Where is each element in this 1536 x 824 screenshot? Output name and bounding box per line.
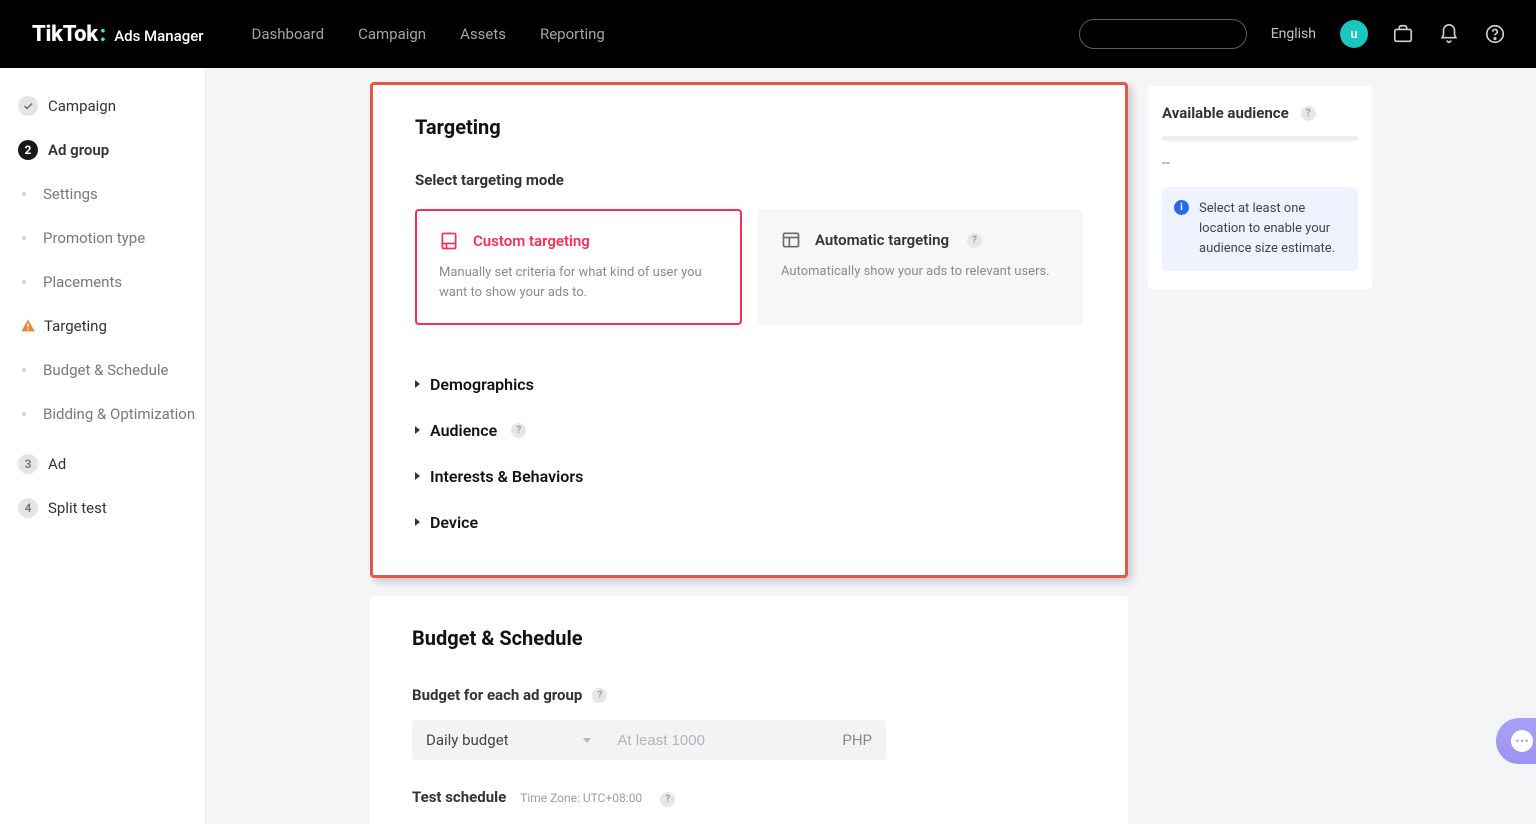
caret-right-icon <box>415 472 420 480</box>
sidebar-item-ad[interactable]: 3 Ad <box>0 442 205 486</box>
sidebar-item-campaign[interactable]: Campaign <box>0 84 205 128</box>
sidebar-label-campaign: Campaign <box>48 97 116 115</box>
custom-targeting-icon <box>439 231 459 251</box>
budget-input-row: Daily budget PHP <box>412 720 886 760</box>
audience-value: -- <box>1162 155 1358 171</box>
logo-main-text: TikTok <box>32 22 98 47</box>
help-icon[interactable] <box>1484 23 1506 45</box>
info-icon[interactable]: ? <box>1301 106 1316 121</box>
dot-icon <box>22 192 26 196</box>
budget-card: Budget & Schedule Budget for each ad gro… <box>370 596 1128 824</box>
mode-option-automatic[interactable]: Automatic targeting ? Automatically show… <box>758 209 1083 325</box>
sidebar-sub-placements[interactable]: Placements <box>0 260 205 304</box>
auto-desc: Automatically show your ads to relevant … <box>781 262 1060 282</box>
nav-reporting[interactable]: Reporting <box>540 25 605 43</box>
targeting-title: Targeting <box>415 115 1083 139</box>
budget-amount-input[interactable] <box>605 720 828 760</box>
targeting-card: Targeting Select targeting mode Custom t… <box>370 82 1128 578</box>
warning-icon <box>20 318 36 334</box>
main-content: Targeting Select targeting mode Custom t… <box>206 68 1536 824</box>
audience-info-message: i Select at least one location to enable… <box>1162 187 1358 271</box>
step-number-4: 4 <box>18 498 38 518</box>
accordion-device[interactable]: Device <box>415 499 1083 545</box>
check-icon <box>18 96 38 116</box>
briefcase-icon[interactable] <box>1392 23 1414 45</box>
budget-label: Budget for each ad group <box>412 686 582 704</box>
sidebar-sub-targeting[interactable]: Targeting <box>0 304 205 348</box>
automatic-targeting-icon <box>781 230 801 250</box>
caret-right-icon <box>415 380 420 388</box>
sidebar-sub-bidding[interactable]: Bidding & Optimization <box>0 392 205 436</box>
sidebar-item-split[interactable]: 4 Split test <box>0 486 205 530</box>
dot-icon <box>22 280 26 284</box>
dot-icon <box>22 236 26 240</box>
sidebar-sub-promotion[interactable]: Promotion type <box>0 216 205 260</box>
schedule-timezone: Time Zone: UTC+08:00 <box>520 791 642 805</box>
language-selector[interactable]: English <box>1271 26 1316 42</box>
nav-assets[interactable]: Assets <box>460 25 506 43</box>
targeting-mode-label: Select targeting mode <box>415 171 1083 189</box>
sidebar: Campaign 2 Ad group Settings Promotion t… <box>0 68 206 824</box>
logo[interactable]: TikTok: Ads Manager <box>32 22 204 47</box>
bell-icon[interactable] <box>1438 23 1460 45</box>
sidebar-label-adgroup: Ad group <box>48 141 109 159</box>
info-icon[interactable]: ? <box>511 423 526 438</box>
audience-msg-text: Select at least one location to enable y… <box>1199 199 1346 259</box>
schedule-label: Test schedule <box>412 788 506 806</box>
chat-icon: ⋯ <box>1511 730 1533 752</box>
account-selector[interactable] <box>1079 19 1247 49</box>
accordion-interests[interactable]: Interests & Behaviors <box>415 453 1083 499</box>
logo-colon-icon: : <box>100 22 106 47</box>
budget-currency: PHP <box>828 731 886 749</box>
caret-right-icon <box>415 426 420 434</box>
audience-bar <box>1162 136 1358 141</box>
caret-right-icon <box>415 518 420 526</box>
custom-desc: Manually set criteria for what kind of u… <box>439 263 718 303</box>
info-icon[interactable]: ? <box>967 233 982 248</box>
sidebar-item-adgroup[interactable]: 2 Ad group <box>0 128 205 172</box>
sidebar-sub-budget[interactable]: Budget & Schedule <box>0 348 205 392</box>
sidebar-label-ad: Ad <box>48 455 66 473</box>
sidebar-label-split: Split test <box>48 499 107 517</box>
auto-title: Automatic targeting <box>815 231 949 249</box>
top-header: TikTok: Ads Manager Dashboard Campaign A… <box>0 0 1536 68</box>
budget-title: Budget & Schedule <box>412 626 1086 650</box>
dot-icon <box>22 368 26 372</box>
step-number-2: 2 <box>18 140 38 160</box>
top-nav: Dashboard Campaign Assets Reporting <box>252 25 605 43</box>
panel-title: Available audience <box>1162 104 1289 122</box>
info-circle-icon: i <box>1174 200 1189 215</box>
mode-option-custom[interactable]: Custom targeting Manually set criteria f… <box>415 209 742 325</box>
step-number-3: 3 <box>18 454 38 474</box>
accordion-demographics[interactable]: Demographics <box>415 361 1083 407</box>
logo-sub-text: Ads Manager <box>114 27 203 45</box>
header-right: English u <box>1079 19 1506 49</box>
info-icon[interactable]: ? <box>592 688 607 703</box>
avatar[interactable]: u <box>1340 20 1368 48</box>
custom-title: Custom targeting <box>473 232 590 250</box>
nav-campaign[interactable]: Campaign <box>358 25 426 43</box>
nav-dashboard[interactable]: Dashboard <box>252 25 325 43</box>
info-icon[interactable]: ? <box>660 792 675 807</box>
accordion-audience[interactable]: Audience ? <box>415 407 1083 453</box>
sidebar-sub-settings[interactable]: Settings <box>0 172 205 216</box>
chat-button[interactable]: ⋯ <box>1496 718 1536 764</box>
budget-type-select[interactable]: Daily budget <box>412 720 605 760</box>
dot-icon <box>22 412 26 416</box>
audience-panel: Available audience ? -- i Select at leas… <box>1148 86 1372 289</box>
